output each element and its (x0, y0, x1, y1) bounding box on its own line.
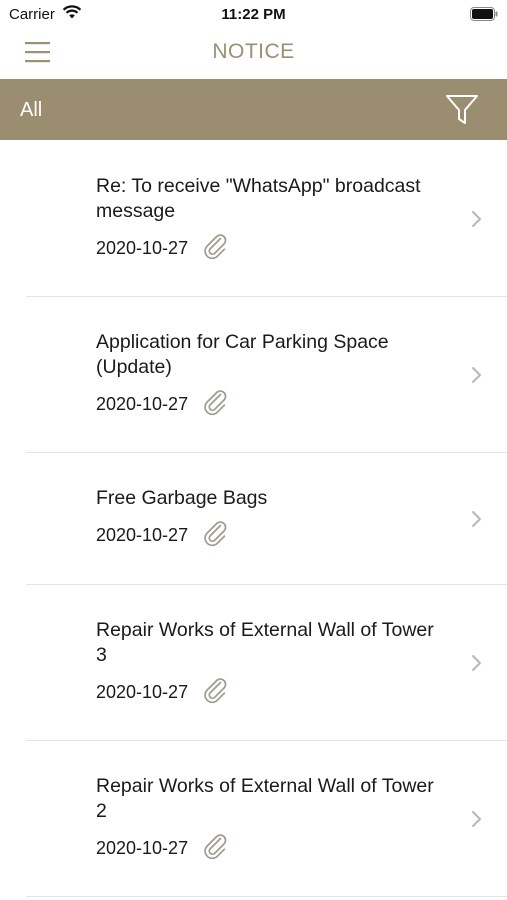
notice-title: Repair Works of External Wall of Tower 3 (96, 619, 434, 666)
notice-title: Free Garbage Bags (96, 487, 268, 509)
battery-icon (470, 7, 498, 26)
page-title: NOTICE (212, 40, 295, 63)
funnel-filter-icon[interactable] (445, 93, 479, 127)
filter-bar: All (0, 79, 507, 140)
notice-title: Repair Works of External Wall of Tower 2 (96, 775, 434, 822)
notice-date: 2020-10-27 (96, 238, 189, 258)
paperclip-attachment-icon (202, 833, 230, 866)
chevron-right-icon (470, 654, 482, 677)
chevron-right-icon (470, 210, 482, 233)
notice-title: Re: To receive "WhatsApp" broadcast mess… (96, 175, 421, 222)
notice-list-item[interactable]: Repair Works of External Wall of Tower 2… (0, 741, 507, 897)
chevron-right-icon (470, 810, 482, 833)
notice-title: Application for Car Parking Space (Updat… (96, 331, 389, 378)
paperclip-attachment-icon (202, 233, 230, 266)
notice-date: 2020-10-27 (96, 394, 189, 414)
paperclip-attachment-icon (202, 520, 230, 553)
list-divider (26, 896, 507, 897)
paperclip-attachment-icon (202, 677, 230, 710)
chevron-right-icon (470, 366, 482, 389)
status-bar: Carrier 11:22 PM (0, 0, 507, 28)
paperclip-attachment-icon (202, 389, 230, 422)
navigation-bar: NOTICE (0, 28, 507, 79)
chevron-right-icon (470, 510, 482, 533)
notice-list-item[interactable]: Free Garbage Bags 2020-10-27 (0, 453, 507, 585)
notice-date: 2020-10-27 (96, 682, 189, 702)
notice-list-item[interactable]: Repair Works of External Wall of Tower 3… (0, 585, 507, 741)
notice-date: 2020-10-27 (96, 525, 189, 545)
filter-selection-label[interactable]: All (20, 99, 42, 122)
notice-date: 2020-10-27 (96, 838, 189, 858)
clock-time: 11:22 PM (221, 6, 286, 23)
notice-list-item[interactable]: Re: To receive "WhatsApp" broadcast mess… (0, 140, 507, 297)
notice-list-item[interactable]: Application for Car Parking Space (Updat… (0, 297, 507, 453)
